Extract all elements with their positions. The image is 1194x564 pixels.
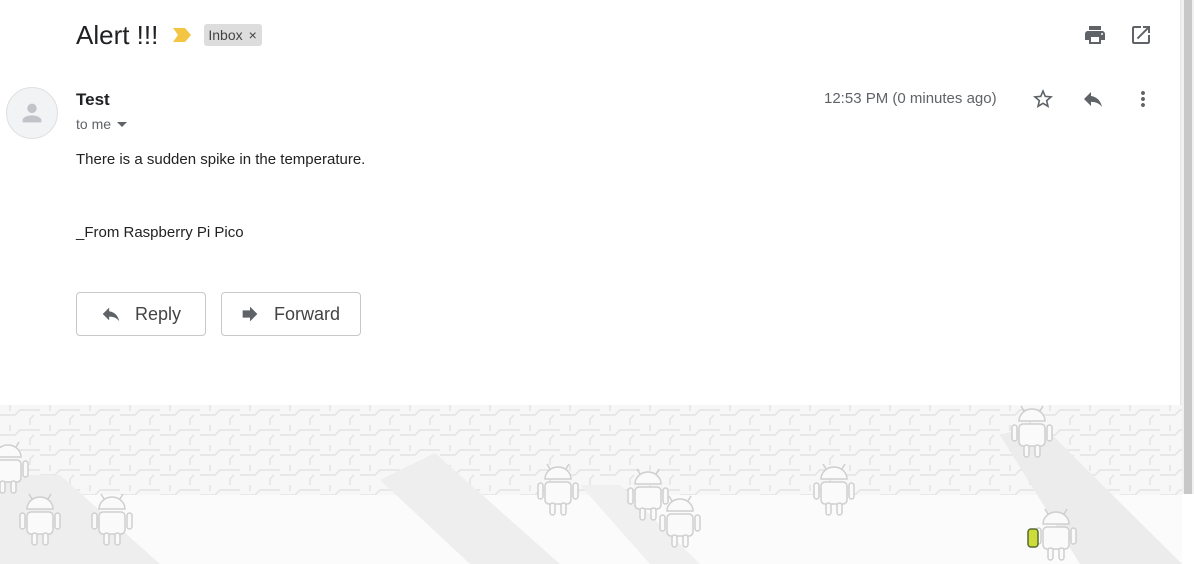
message-body-line: There is a sudden spike in the temperatu… [76, 151, 366, 168]
sender-name[interactable]: Test [76, 90, 110, 110]
theme-background-illustration [0, 405, 1182, 564]
email-subject: Alert !!! [76, 19, 159, 50]
recipients: to me [76, 116, 128, 132]
message-signature: _From Raspberry Pi Pico [76, 224, 244, 241]
forward-button[interactable]: Forward [221, 292, 361, 336]
inbox-label-text: Inbox [208, 27, 243, 43]
thread-actions [1082, 22, 1154, 48]
message-actions [1030, 86, 1156, 112]
reply-button-label: Reply [135, 303, 182, 324]
reply-icon [102, 307, 120, 322]
inbox-label-chip: Inbox × [204, 24, 262, 46]
scrollbar-thumb[interactable] [1184, 0, 1192, 494]
remove-label-icon[interactable]: × [249, 27, 257, 43]
show-details-chevron-down-icon[interactable] [117, 121, 128, 127]
print-icon[interactable] [1082, 22, 1108, 48]
recipients-text: to me [76, 116, 112, 132]
scrollbar[interactable] [1180, 0, 1194, 494]
more-vert-icon[interactable] [1130, 86, 1156, 112]
person-icon [22, 103, 42, 123]
open-in-new-window-icon[interactable] [1128, 22, 1154, 48]
reply-button[interactable]: Reply [76, 292, 206, 336]
importance-marker-icon[interactable] [172, 27, 192, 43]
message-timestamp: 12:53 PM (0 minutes ago) [824, 90, 997, 107]
subject-row: Alert !!! Inbox × [76, 18, 262, 52]
forward-icon [242, 306, 258, 322]
reply-icon[interactable] [1080, 86, 1106, 112]
forward-button-label: Forward [274, 303, 341, 324]
star-icon[interactable] [1030, 86, 1056, 112]
sender-avatar[interactable] [6, 87, 58, 139]
